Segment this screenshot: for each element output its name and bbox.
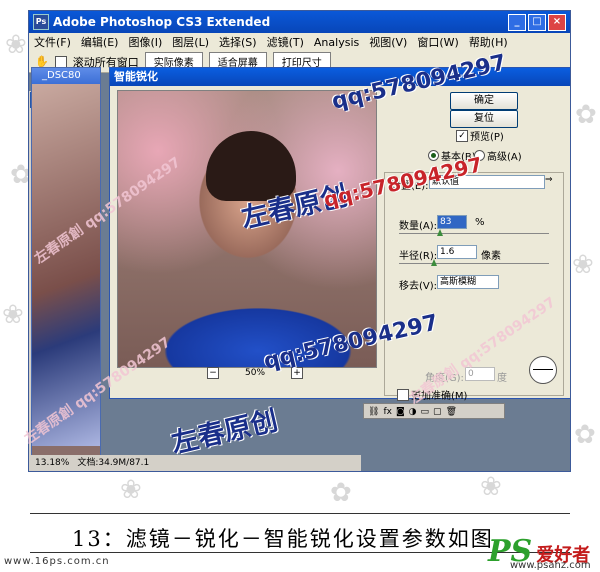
preview-zoom-value: 50% — [245, 368, 266, 378]
advanced-label: 高级(A) — [487, 152, 522, 163]
close-button[interactable]: × — [548, 14, 566, 31]
angle-unit: 度 — [497, 373, 507, 384]
status-bar: 13.18% 文档:34.9M/87.1 — [31, 455, 361, 471]
caption-text: 13：滤镜－锐化－智能锐化设置参数如图 — [72, 527, 494, 551]
menu-view[interactable]: 视图(V) — [364, 34, 412, 50]
menu-bar: 文件(F) 编辑(E) 图像(I) 图层(L) 选择(S) 滤镜(T) Anal… — [29, 33, 570, 51]
amount-slider-track[interactable] — [399, 233, 549, 234]
minimize-button[interactable]: _ — [508, 14, 526, 31]
radius-unit: 像素 — [481, 251, 501, 262]
angle-dial[interactable] — [529, 356, 557, 384]
flower-decoration: ❀ — [120, 475, 142, 505]
flower-decoration: ❀ — [572, 250, 594, 280]
footer-site: www.16ps.com.cn — [4, 556, 110, 567]
menu-analysis[interactable]: Analysis — [309, 36, 364, 49]
menu-file[interactable]: 文件(F) — [29, 34, 76, 50]
title-bar: Ps Adobe Photoshop CS3 Extended _ □ × — [29, 11, 570, 33]
doc-size-info: 文档:34.9M/87.1 — [77, 458, 150, 468]
logo-url: www.psahz.com — [510, 560, 591, 571]
flower-decoration: ❀ — [480, 472, 502, 502]
amount-unit: % — [475, 217, 485, 228]
flower-decoration: ✿ — [575, 100, 597, 130]
scroll-all-checkbox[interactable] — [54, 55, 67, 68]
remove-label: 移去(V): — [399, 281, 438, 292]
remove-select[interactable]: 高斯模糊 — [437, 275, 499, 289]
menu-layer[interactable]: 图层(L) — [167, 34, 214, 50]
ok-button[interactable]: 确定 — [450, 92, 518, 110]
flower-decoration: ❀ — [2, 300, 24, 330]
photoshop-app-icon: Ps — [33, 14, 49, 30]
zoom-level[interactable]: 13.18% — [35, 455, 69, 471]
preview-option[interactable]: ✓ 预览(P) — [456, 128, 504, 143]
maximize-button[interactable]: □ — [528, 14, 546, 31]
new-layer-icon[interactable]: ▢ — [433, 404, 442, 418]
layer-style-icon[interactable]: fx — [383, 404, 392, 418]
preview-checkbox[interactable]: ✓ — [456, 129, 468, 142]
zoom-out-button[interactable]: − — [207, 367, 219, 379]
photoshop-window: Ps Adobe Photoshop CS3 Extended _ □ × 文件… — [28, 10, 571, 472]
radius-slider-track[interactable] — [399, 263, 549, 264]
amount-input[interactable]: 83 — [437, 215, 467, 229]
layer-mask-icon[interactable]: ◙ — [396, 404, 405, 418]
radius-input[interactable]: 1.6 — [437, 245, 477, 259]
delete-layer-icon[interactable]: 🗑 — [446, 404, 457, 418]
zoom-in-button[interactable]: + — [291, 367, 304, 379]
caption-top-rule — [30, 513, 570, 514]
basic-radio[interactable] — [428, 150, 439, 161]
menu-select[interactable]: 选择(S) — [214, 34, 262, 50]
menu-filter[interactable]: 滤镜(T) — [262, 34, 309, 50]
menu-window[interactable]: 窗口(W) — [412, 34, 463, 50]
menu-image[interactable]: 图像(I) — [123, 34, 167, 50]
document-title[interactable]: _DSC80 — [32, 68, 100, 84]
link-layers-icon[interactable]: ⛓ — [368, 404, 379, 418]
flower-decoration: ✿ — [574, 420, 596, 450]
new-group-icon[interactable]: ▭ — [421, 404, 430, 418]
app-title: Adobe Photoshop CS3 Extended — [53, 15, 271, 29]
flower-decoration: ✿ — [330, 478, 352, 505]
menu-help[interactable]: 帮助(H) — [464, 34, 513, 50]
menu-edit[interactable]: 编辑(E) — [76, 34, 124, 50]
amount-label: 数量(A): — [399, 221, 438, 232]
reset-button[interactable]: 复位 — [450, 110, 518, 128]
window-controls: _ □ × — [508, 14, 566, 31]
radius-label: 半径(R): — [399, 251, 438, 262]
layers-panel-footer: ⛓ fx ◙ ◑ ▭ ▢ 🗑 — [363, 403, 505, 419]
save-settings-icon[interactable]: ⇒ — [545, 175, 553, 185]
flower-decoration: ❀ — [5, 30, 27, 60]
preview-label: 预览(P) — [470, 132, 504, 143]
